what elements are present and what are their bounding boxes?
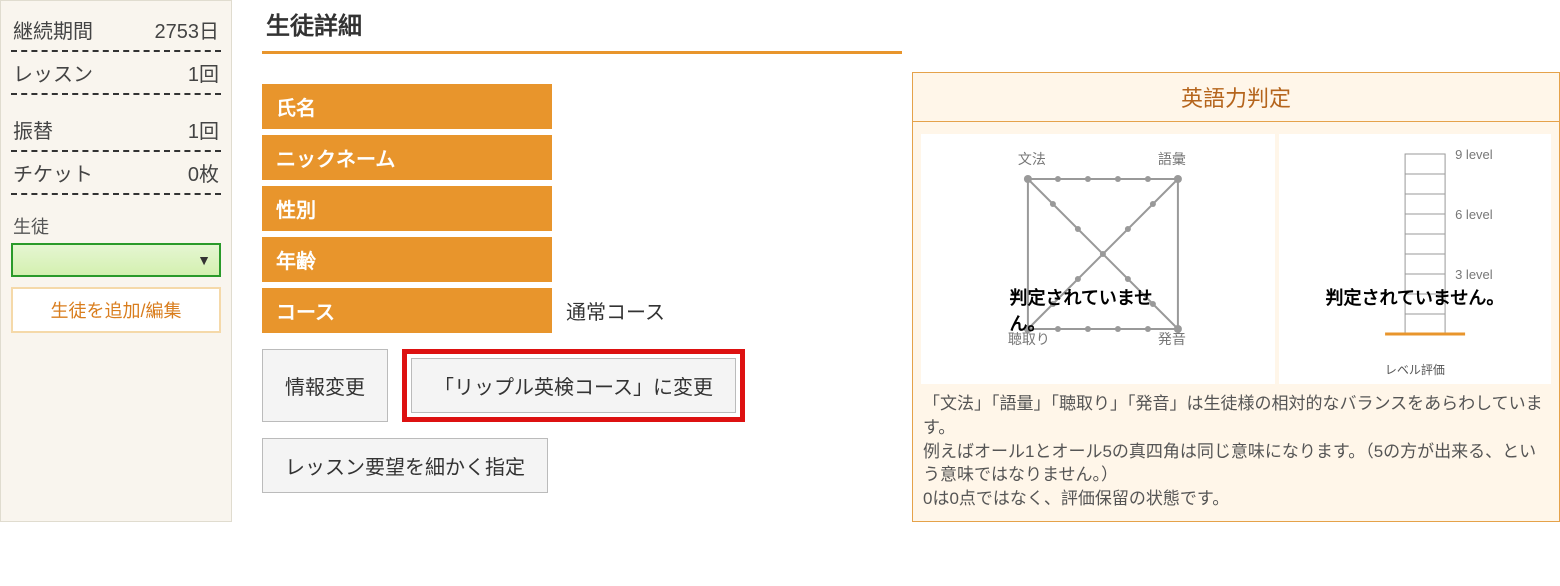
detail-row-nickname: ニックネーム xyxy=(262,135,902,180)
highlight-box: 「リップル英検コース」に変更 xyxy=(402,349,745,422)
lesson-request-button[interactable]: レッスン要望を細かく指定 xyxy=(262,438,548,493)
detail-value xyxy=(552,84,902,129)
student-select[interactable] xyxy=(11,243,221,277)
explain-line: 例えばオール1とオール5の真四角は同じ意味になります。（5の方が出来る、という意… xyxy=(923,440,1549,488)
stat-label: 振替 xyxy=(13,115,53,144)
stat-value: 1回 xyxy=(188,115,219,144)
detail-label: 性別 xyxy=(262,186,552,231)
sidebar: 継続期間 2753日 レッスン 1回 振替 1回 チケット 0枚 生徒 xyxy=(0,0,232,522)
axis-label-grammar: 文法 xyxy=(1018,151,1046,167)
stat-group-b: 振替 1回 チケット 0枚 xyxy=(11,109,221,195)
explanation-text: 「文法」「語量」「聴取り」「発音」は生徒様の相対的なバランスをあらわしています。… xyxy=(913,388,1559,515)
detail-row-name: 氏名 xyxy=(262,84,902,129)
stat-row: 振替 1回 xyxy=(11,109,221,152)
student-section: 生徒 ▼ 生徒を追加/編集 xyxy=(11,209,221,333)
change-course-button[interactable]: 「リップル英検コース」に変更 xyxy=(411,358,736,413)
detail-value: 通常コース xyxy=(552,288,902,333)
stat-label: チケット xyxy=(13,158,93,187)
detail-row-course: コース 通常コース xyxy=(262,288,902,333)
detail-value xyxy=(552,135,902,180)
level-tick-9: 9 level xyxy=(1455,147,1493,162)
stat-label: レッスン xyxy=(13,58,93,87)
level-tick-3: 3 level xyxy=(1455,267,1493,282)
change-info-button[interactable]: 情報変更 xyxy=(262,349,388,422)
level-chart: 9 level 6 level 3 level 判定されていません。 レベル評価 xyxy=(1279,134,1551,384)
stat-value: 1回 xyxy=(188,58,219,87)
explain-line: 0は0点ではなく、評価保留の状態です。 xyxy=(923,487,1549,511)
detail-label: コース xyxy=(262,288,552,333)
english-assessment-panel: 英語力判定 文法 語彙 聴取り 発音 xyxy=(912,72,1560,522)
add-student-button[interactable]: 生徒を追加/編集 xyxy=(11,287,221,333)
level-caption: レベル評価 xyxy=(1385,361,1445,378)
detail-row-gender: 性別 xyxy=(262,186,902,231)
unjudged-text: 判定されていません。 xyxy=(1009,284,1186,336)
unjudged-text: 判定されていません。 xyxy=(1325,284,1504,310)
stat-row: レッスン 1回 xyxy=(11,52,221,95)
stat-value: 0枚 xyxy=(188,158,219,187)
detail-value xyxy=(552,237,902,282)
detail-label: ニックネーム xyxy=(262,135,552,180)
panel-title: 英語力判定 xyxy=(913,73,1559,122)
stat-group-a: 継続期間 2753日 レッスン 1回 xyxy=(11,9,221,95)
page-title: 生徒詳細 xyxy=(262,0,902,54)
explain-line: 「文法」「語量」「聴取り」「発音」は生徒様の相対的なバランスをあらわしています。 xyxy=(923,392,1549,440)
detail-label: 氏名 xyxy=(262,84,552,129)
detail-row-age: 年齢 xyxy=(262,237,902,282)
axis-label-vocabulary: 語彙 xyxy=(1158,151,1186,167)
detail-value xyxy=(552,186,902,231)
student-select-label: 生徒 xyxy=(11,209,221,243)
stat-label: 継続期間 xyxy=(13,15,93,44)
detail-table: 氏名 ニックネーム 性別 年齢 コース 通常コース xyxy=(262,84,902,333)
stat-value: 2753日 xyxy=(155,15,220,44)
detail-label: 年齢 xyxy=(262,237,552,282)
level-tick-6: 6 level xyxy=(1455,207,1493,222)
balance-chart: 文法 語彙 聴取り 発音 xyxy=(921,134,1275,384)
main: 生徒詳細 氏名 ニックネーム 性別 年齢 xyxy=(232,0,1560,522)
stat-row: チケット 0枚 xyxy=(11,152,221,195)
stat-row: 継続期間 2753日 xyxy=(11,9,221,52)
